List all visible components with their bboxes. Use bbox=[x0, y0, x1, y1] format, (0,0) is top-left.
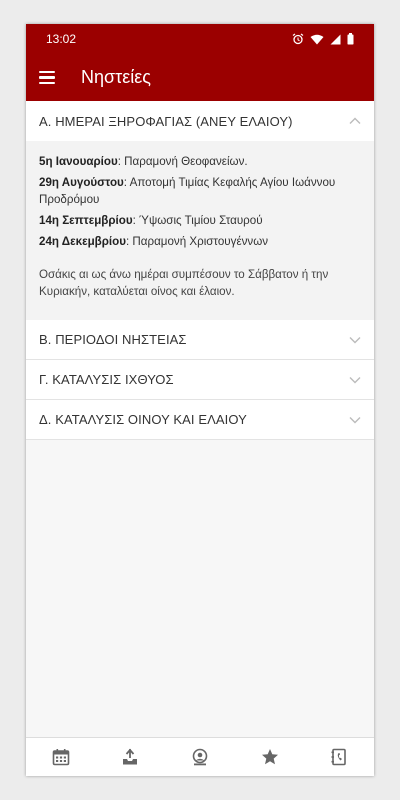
download-icon bbox=[123, 748, 138, 765]
section-note: Οσάκις αι ως άνω ημέραι συμπέσουν το Σάβ… bbox=[39, 268, 329, 298]
section-a-content: 5η Ιανουαρίου: Παραμονή Θεοφανείων. 29η … bbox=[26, 141, 374, 320]
fast-date: 29η Αυγούστου bbox=[39, 176, 124, 189]
content-area: Α. ΗΜΕΡΑΙ ΞΗΡΟΦΑΓΙΑΣ (ΑΝΕΥ ΕΛΑΙΟΥ) 5η Ια… bbox=[26, 101, 374, 738]
nav-favorites-button[interactable] bbox=[255, 742, 285, 772]
fast-entry: 29η Αυγούστου: Αποτομή Τιμίας Κεφαλής Αγ… bbox=[39, 174, 361, 208]
chevron-down-icon bbox=[349, 416, 361, 423]
chevron-up-icon bbox=[349, 117, 361, 124]
section-header-b[interactable]: Β. ΠΕΡΙΟΔΟΙ ΝΗΣΤΕΙΑΣ bbox=[26, 320, 374, 360]
fast-entry: 5η Ιανουαρίου: Παραμονή Θεοφανείων. bbox=[39, 153, 361, 170]
nav-calendar-button[interactable] bbox=[46, 742, 76, 772]
nav-download-button[interactable] bbox=[115, 742, 145, 772]
alarm-icon bbox=[292, 33, 304, 45]
nav-account-button[interactable] bbox=[185, 742, 215, 772]
nav-contacts-button[interactable] bbox=[324, 742, 354, 772]
calendar-icon bbox=[52, 749, 70, 766]
contacts-icon bbox=[331, 748, 346, 766]
section-header-d[interactable]: Δ. ΚΑΤΑΛΥΣΙΣ ΟΙΝΟΥ ΚΑΙ ΕΛΑΙΟΥ bbox=[26, 400, 374, 440]
signal-icon bbox=[330, 34, 341, 44]
menu-icon[interactable] bbox=[39, 70, 55, 85]
bottom-navigation bbox=[26, 737, 374, 776]
section-header-a[interactable]: Α. ΗΜΕΡΑΙ ΞΗΡΟΦΑΓΙΑΣ (ΑΝΕΥ ΕΛΑΙΟΥ) bbox=[26, 101, 374, 141]
status-time: 13:02 bbox=[46, 32, 77, 46]
star-icon bbox=[261, 749, 278, 765]
section-title: Γ. ΚΑΤΑΛΥΣΙΣ ΙΧΘΥΟΣ bbox=[39, 372, 174, 387]
section-title: Β. ΠΕΡΙΟΔΟΙ ΝΗΣΤΕΙΑΣ bbox=[39, 332, 187, 347]
fast-description: : Ύψωσις Τιμίου Σταυρού bbox=[132, 214, 263, 227]
phone-screen: 13:02 Νηστείες Α. ΗΜΕΡΑΙ ΞΗΡΟΦΑΓΙΑΣ (ΑΝΕ… bbox=[26, 24, 374, 776]
section-title: Α. ΗΜΕΡΑΙ ΞΗΡΟΦΑΓΙΑΣ (ΑΝΕΥ ΕΛΑΙΟΥ) bbox=[39, 113, 293, 129]
page-title: Νηστείες bbox=[81, 67, 151, 87]
wifi-icon bbox=[310, 34, 324, 44]
fast-entry: 14η Σεπτεμβρίου: Ύψωσις Τιμίου Σταυρού bbox=[39, 212, 361, 229]
fast-description: : Παραμονή Θεοφανείων. bbox=[117, 155, 248, 168]
section-title: Δ. ΚΑΤΑΛΥΣΙΣ ΟΙΝΟΥ ΚΑΙ ΕΛΑΙΟΥ bbox=[39, 412, 247, 427]
account-icon bbox=[192, 748, 208, 766]
fast-entry: 24η Δεκεμβρίου: Παραμονή Χριστουγέννων bbox=[39, 233, 361, 250]
fast-date: 14η Σεπτεμβρίου bbox=[39, 214, 133, 227]
battery-icon bbox=[347, 33, 354, 45]
status-bar: 13:02 bbox=[26, 24, 374, 54]
status-icons bbox=[292, 33, 354, 45]
section-header-c[interactable]: Γ. ΚΑΤΑΛΥΣΙΣ ΙΧΘΥΟΣ bbox=[26, 360, 374, 400]
fast-date: 5η Ιανουαρίου bbox=[39, 155, 118, 168]
fast-date: 24η Δεκεμβρίου bbox=[39, 235, 126, 248]
chevron-down-icon bbox=[349, 376, 361, 383]
chevron-down-icon bbox=[349, 336, 361, 343]
fast-description: : Παραμονή Χριστουγέννων bbox=[125, 235, 269, 248]
app-bar: Νηστείες bbox=[26, 54, 374, 101]
